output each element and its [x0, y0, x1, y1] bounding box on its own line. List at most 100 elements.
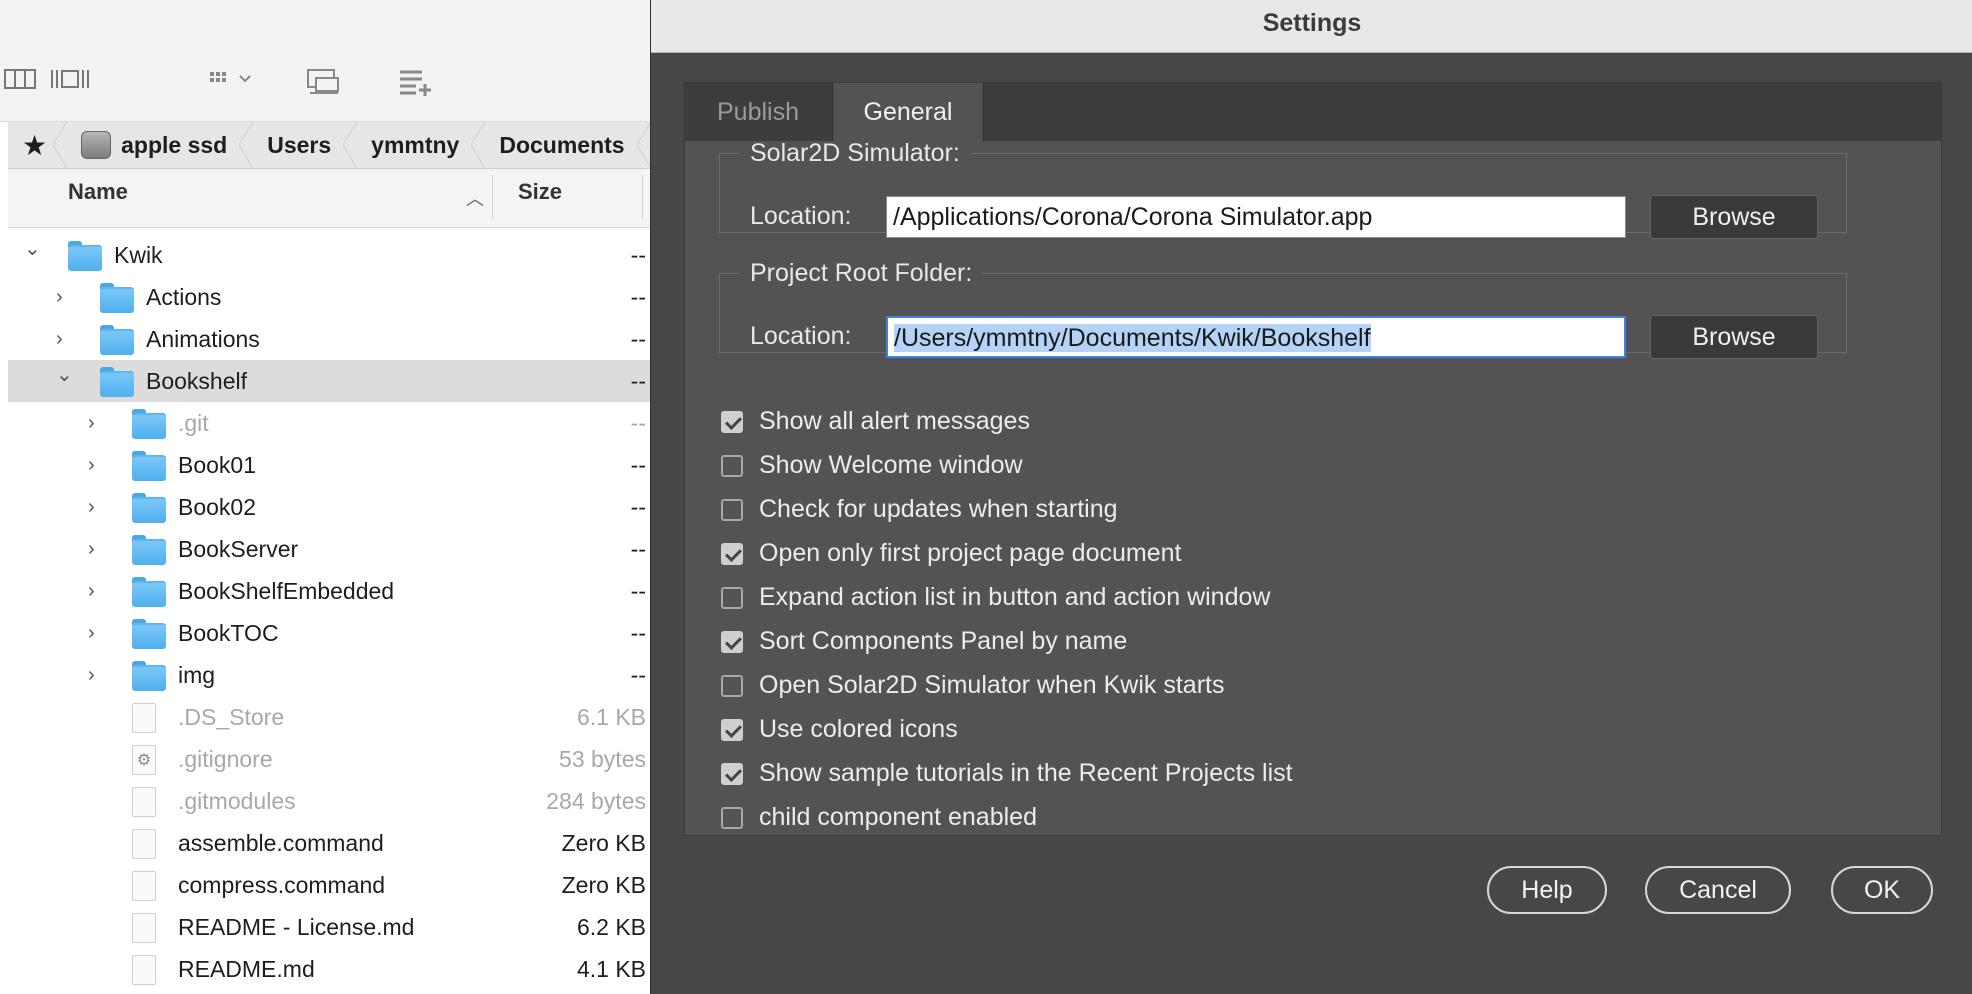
option-checkbox-row[interactable]: child component enabled: [721, 799, 1821, 839]
name-column-header[interactable]: Name: [68, 179, 128, 205]
file-size: --: [630, 494, 646, 520]
file-list-row[interactable]: README.md 4.1 KB: [8, 948, 660, 990]
option-checkbox-row[interactable]: Show all alert messages: [721, 403, 1821, 443]
option-checkbox-row[interactable]: Expand action list in button and action …: [721, 579, 1821, 619]
file-list-row[interactable]: › Book01 --: [8, 444, 660, 486]
tab-publish[interactable]: Publish: [685, 83, 831, 141]
checkbox-checked[interactable]: [721, 411, 743, 433]
chevron-right-icon[interactable]: ›: [88, 412, 95, 435]
file-name: README - License.md: [178, 914, 415, 940]
file-name: .gitmodules: [178, 788, 296, 814]
project-root-group: Project Root Folder: Location: /Users/ym…: [719, 259, 1847, 359]
document-icon: [132, 913, 156, 943]
file-list-row[interactable]: ⚙ .gitignore 53 bytes: [8, 738, 660, 780]
chevron-right-icon[interactable]: ›: [56, 328, 63, 351]
sort-ascending-icon: ︿: [466, 189, 484, 209]
chevron-right-icon[interactable]: ›: [88, 580, 95, 603]
selected-path-text: /Users/ymmtny/Documents/Kwik/Bookshelf: [894, 324, 1371, 352]
simulator-browse-button[interactable]: Browse: [1650, 195, 1818, 239]
crumb-documents[interactable]: Documents: [485, 122, 651, 168]
option-label: Show all alert messages: [759, 407, 1030, 435]
file-list-row[interactable]: .DS_Store 6.1 KB: [8, 696, 660, 738]
option-checkbox-row[interactable]: Open only first project page document: [721, 535, 1821, 575]
file-list-row[interactable]: compress.command Zero KB: [8, 864, 660, 906]
file-size: --: [630, 620, 646, 646]
checkbox-unchecked[interactable]: [721, 587, 743, 609]
disk-icon: [81, 131, 112, 159]
option-checkbox-row[interactable]: Use colored icons: [721, 711, 1821, 751]
option-checkbox-row[interactable]: Open Solar2D Simulator when Kwik starts: [721, 667, 1821, 707]
tab-general[interactable]: General: [832, 83, 984, 141]
option-checkbox-row[interactable]: Sort Components Panel by name: [721, 623, 1821, 663]
group-by-icon[interactable]: [208, 68, 258, 90]
finder-window: ★ apple ssd Users ymmtny Documents Name …: [0, 0, 660, 994]
file-name: compress.command: [178, 872, 386, 898]
file-list-row[interactable]: › img --: [8, 654, 660, 696]
option-checkbox-row[interactable]: Show sample tutorials in the Recent Proj…: [721, 755, 1821, 795]
checkbox-checked[interactable]: [721, 631, 743, 653]
chevron-right-icon[interactable]: ›: [56, 286, 63, 309]
connect-icon[interactable]: [306, 68, 342, 96]
chevron-right-icon[interactable]: ›: [88, 496, 95, 519]
simulator-location-input[interactable]: /Applications/Corona/Corona Simulator.ap…: [886, 196, 1626, 238]
file-list-row[interactable]: ⌄ Bookshelf --: [8, 360, 660, 402]
checkbox-checked[interactable]: [721, 543, 743, 565]
checkbox-unchecked[interactable]: [721, 455, 743, 477]
file-list-row[interactable]: ⌄ Kwik --: [8, 234, 660, 276]
favorites-star-icon[interactable]: ★: [8, 122, 68, 168]
crumb-disk[interactable]: apple ssd: [67, 122, 254, 168]
chevron-down-icon[interactable]: ⌄: [24, 236, 41, 261]
folder-icon: [132, 619, 166, 649]
file-list-row[interactable]: › .git --: [8, 402, 660, 444]
file-name: Bookshelf: [146, 368, 248, 394]
project-location-input[interactable]: /Users/ymmtny/Documents/Kwik/Bookshelf: [886, 316, 1626, 358]
chevron-right-icon[interactable]: ›: [88, 454, 95, 477]
file-list-row[interactable]: › Animations --: [8, 318, 660, 360]
checkbox-unchecked[interactable]: [721, 675, 743, 697]
file-list-row[interactable]: assemble.command Zero KB: [8, 822, 660, 864]
simulator-location-label: Location:: [750, 202, 852, 230]
file-list-row[interactable]: › Actions --: [8, 276, 660, 318]
chevron-down-icon[interactable]: ⌄: [56, 362, 73, 387]
size-column-header[interactable]: Size: [518, 179, 562, 205]
chevron-right-icon[interactable]: ›: [88, 622, 95, 645]
folder-icon: [100, 283, 134, 313]
option-checkbox-row[interactable]: Show Welcome window: [721, 447, 1821, 487]
option-label: Show Welcome window: [759, 451, 1023, 479]
file-size: 284 bytes: [546, 788, 646, 814]
new-item-icon[interactable]: [398, 68, 434, 96]
file-list-row[interactable]: README - License.md 6.2 KB: [8, 906, 660, 948]
gallery-view-icon[interactable]: [50, 68, 90, 90]
settings-dialog: Settings Publish General Solar2D Simulat…: [650, 0, 1972, 994]
document-icon: [132, 787, 156, 817]
checkbox-checked[interactable]: [721, 719, 743, 741]
cancel-button[interactable]: Cancel: [1645, 866, 1791, 914]
project-browse-button[interactable]: Browse: [1650, 315, 1818, 359]
column-view-icon[interactable]: [4, 68, 36, 90]
file-name: .git: [178, 410, 209, 436]
option-label: Open Solar2D Simulator when Kwik starts: [759, 671, 1225, 699]
file-list-row[interactable]: › Book02 --: [8, 486, 660, 528]
checkbox-checked[interactable]: [721, 763, 743, 785]
file-list-row[interactable]: › BookTOC --: [8, 612, 660, 654]
folder-icon: [132, 493, 166, 523]
help-button[interactable]: Help: [1487, 866, 1607, 914]
chevron-right-icon[interactable]: ›: [88, 664, 95, 687]
dialog-titlebar[interactable]: Settings: [651, 0, 1972, 53]
chevron-right-icon[interactable]: ›: [88, 538, 95, 561]
column-divider[interactable]: [492, 175, 493, 219]
file-list-row[interactable]: › BookServer --: [8, 528, 660, 570]
ok-button[interactable]: OK: [1831, 866, 1933, 914]
file-size: 6.1 KB: [576, 704, 646, 730]
file-list-row[interactable]: .gitmodules 284 bytes: [8, 780, 660, 822]
crumb-users[interactable]: Users: [253, 122, 358, 168]
option-checkbox-row[interactable]: Check for updates when starting: [721, 491, 1821, 531]
checkbox-unchecked[interactable]: [721, 807, 743, 829]
file-list: ⌄ Kwik -- › Actions -- › Animations -- ⌄ Bookshelf…: [8, 234, 660, 990]
document-icon: [132, 955, 156, 985]
checkbox-unchecked[interactable]: [721, 499, 743, 521]
column-divider[interactable]: [642, 175, 643, 219]
file-size: Zero KB: [561, 830, 646, 856]
crumb-user[interactable]: ymmtny: [357, 122, 486, 168]
file-list-row[interactable]: › BookShelfEmbedded --: [8, 570, 660, 612]
